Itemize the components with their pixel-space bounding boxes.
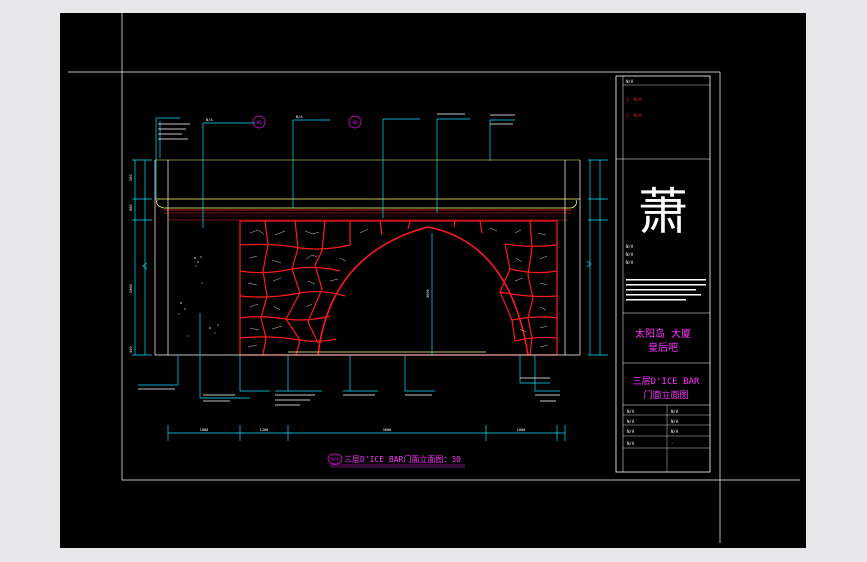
table-cell-0-1: N/A: [671, 409, 679, 414]
project-name-line-2: 皇后吧: [648, 341, 678, 354]
note-1: 1. N/A: [626, 97, 642, 102]
sheet-title-line-1: 三层D'ICE BAR: [633, 376, 700, 387]
stone-facade: [239, 220, 558, 356]
callout-ref-2: 02: [353, 120, 358, 125]
dim-left-2: 900: [129, 205, 133, 212]
table-cell-3-1: -: [671, 441, 673, 446]
arch-height-text: 3000: [426, 289, 430, 298]
table-cell-2-1: N/A: [671, 429, 679, 434]
leader-lines-top: [155, 117, 515, 228]
dimension-chain-left: [132, 159, 152, 356]
note-2: 2. N/A: [626, 113, 642, 118]
callout-ref-1: 01: [257, 120, 262, 125]
notes-header: N/A: [626, 79, 634, 84]
dim-bottom-3: 3600: [383, 428, 392, 432]
drawing-caption: 三层D'ICE BAR门面立面图：30: [344, 454, 461, 464]
company-line-1: N/A: [626, 244, 634, 249]
dim-left-1: 500: [129, 175, 133, 182]
cad-drawing-canvas: N/A 1. N/A 2. N/A 萧 N/A N/A N/A 太阳岛 大厦 皇…: [60, 13, 806, 548]
dim-left-4: 450: [129, 347, 133, 354]
project-name-line-1: 太阳岛 大厦: [635, 327, 691, 340]
company-logo: 萧: [638, 183, 688, 241]
callout-label-2: N/A: [296, 115, 303, 119]
sheet-title-line-2: 门面立面图: [643, 389, 688, 401]
cornice: [155, 159, 580, 221]
caption-ref: N/A: [331, 457, 339, 462]
table-cell-2-0: N/A: [627, 429, 635, 434]
left-wall-panel: [154, 160, 581, 355]
dim-bottom-1: 1800: [200, 428, 209, 432]
elevation-drawing: N/A 1. N/A 2. N/A 萧 N/A N/A N/A 太阳岛 大厦 皇…: [68, 13, 800, 543]
company-info-block: [626, 279, 706, 301]
dim-bottom-4: 1800: [517, 428, 526, 432]
dim-bottom-2: 1200: [260, 428, 269, 432]
table-cell-3-0: N/A: [627, 441, 635, 446]
company-line-3: N/A: [626, 260, 634, 265]
dim-left-3: 2400: [129, 284, 133, 293]
table-cell-1-1: N/A: [671, 419, 679, 424]
callout-label-1: N/A: [206, 118, 213, 122]
annotation-text-bottom: [138, 377, 560, 406]
table-cell-1-0: N/A: [627, 419, 635, 424]
dimension-chain-bottom: [167, 425, 566, 441]
company-line-2: N/A: [626, 252, 634, 257]
dimension-chain-right: [586, 159, 608, 356]
table-cell-0-0: N/A: [627, 409, 635, 414]
